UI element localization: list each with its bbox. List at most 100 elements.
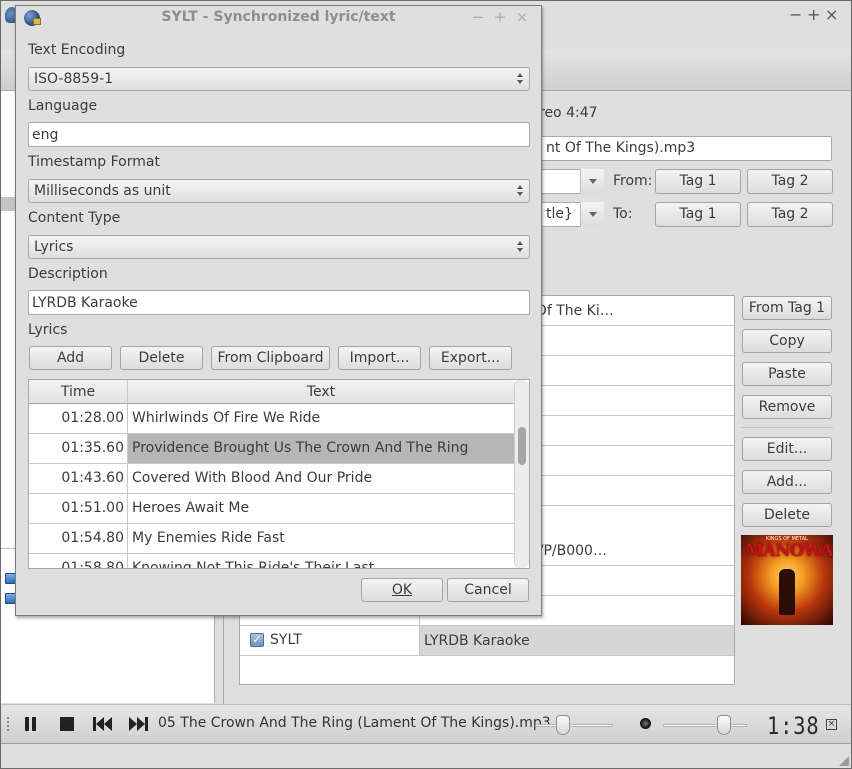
lyric-time: 01:43.60 <box>29 464 128 493</box>
up-down-arrows-icon <box>516 184 524 198</box>
description-label: Description <box>28 266 108 282</box>
album-cover-image[interactable]: KINGS OF METAL MANOWAR <box>741 535 833 625</box>
text-encoding-select[interactable]: ISO-8859-1 <box>28 67 530 91</box>
import-button[interactable]: Import... <box>338 346 421 370</box>
up-down-arrows-icon <box>516 240 524 254</box>
paste-button[interactable]: Paste <box>742 362 832 386</box>
cancel-button[interactable]: Cancel <box>447 578 529 602</box>
add-frame-button[interactable]: Add... <box>742 470 832 494</box>
frame-name: SYLT <box>270 632 302 648</box>
status-bar <box>1 745 851 769</box>
lyric-time: 01:35.60 <box>29 434 128 463</box>
close-icon[interactable]: × <box>511 8 533 26</box>
chevron-down-icon[interactable] <box>580 202 604 227</box>
language-label: Language <box>28 98 98 114</box>
lyric-time: 01:58.80 <box>29 554 128 568</box>
maximize-icon[interactable]: + <box>489 8 511 26</box>
description-input[interactable] <box>28 290 530 315</box>
from-tag1-button[interactable]: Tag 1 <box>655 169 741 194</box>
content-type-value: Lyrics <box>34 239 74 255</box>
volume-icon[interactable] <box>640 718 651 729</box>
lyric-time: 01:51.00 <box>29 494 128 523</box>
table-row[interactable]: 01:58.80 Knowing Not This Ride's Their La… <box>29 554 514 569</box>
player-grip[interactable] <box>7 717 10 731</box>
resize-grip-icon[interactable] <box>839 756 849 766</box>
cover-band-name: MANOWAR <box>745 541 833 561</box>
previous-track-icon[interactable] <box>93 717 113 731</box>
timestamp-format-label: Timestamp Format <box>28 154 160 170</box>
table-row[interactable]: 01:28.00 Whirlwinds Of Fire We Ride <box>29 404 514 434</box>
main-window-controls: −+× <box>789 5 843 24</box>
from-tag1-frames-button[interactable]: From Tag 1 <box>742 296 832 320</box>
export-button[interactable]: Export... <box>429 346 512 370</box>
player-bar: 05 The Crown And The Ring (Lament Of The… <box>1 704 851 744</box>
separator <box>741 427 833 428</box>
to-label: To: <box>613 206 633 222</box>
frame-value: LYRDB Karaoke <box>420 626 734 655</box>
close-icon[interactable]: × <box>825 5 843 24</box>
ok-button[interactable]: OK <box>361 578 443 602</box>
lyric-text: My Enemies Ride Fast <box>132 530 285 546</box>
column-header-text[interactable]: Text <box>128 380 514 404</box>
dialog-title: SYLT - Synchronized lyric/text <box>161 9 396 25</box>
track-title: 05 The Crown And The Ring (Lament Of The… <box>158 715 551 731</box>
table-row[interactable]: 01:51.00 Heroes Await Me <box>29 494 514 524</box>
ok-label: OK <box>391 582 413 598</box>
scrollbar-thumb[interactable] <box>518 427 526 465</box>
edit-button[interactable]: Edit... <box>742 437 832 461</box>
seek-slider-handle[interactable] <box>556 715 571 735</box>
maximize-icon[interactable]: + <box>807 5 825 24</box>
lyric-text: Knowing Not This Ride's Their Last <box>132 560 375 569</box>
chevron-down-icon[interactable] <box>580 169 604 194</box>
lyrics-scrollbar[interactable] <box>514 380 529 568</box>
cover-figure <box>779 569 795 615</box>
lyric-time: 01:28.00 <box>29 404 128 433</box>
lyrics-table-header: Time Text <box>29 380 514 404</box>
delete-lyric-button[interactable]: Delete <box>120 346 203 370</box>
pause-icon[interactable] <box>25 717 37 731</box>
column-header-time[interactable]: Time <box>29 380 128 403</box>
table-row-sylt[interactable]: ✓ SYLT LYRDB Karaoke <box>240 626 734 656</box>
checkbox-checked-icon[interactable]: ✓ <box>250 633 264 647</box>
from-label: From: <box>613 173 653 189</box>
table-row[interactable]: 01:54.80 My Enemies Ride Fast <box>29 524 514 554</box>
remove-button[interactable]: Remove <box>742 395 832 419</box>
table-row[interactable]: 01:43.60 Covered With Blood And Our Pride <box>29 464 514 494</box>
dialog-window-controls: − + × <box>467 8 533 26</box>
volume-slider-handle[interactable] <box>717 715 732 735</box>
minimize-icon[interactable]: − <box>789 5 807 24</box>
delete-frame-button[interactable]: Delete <box>742 503 832 527</box>
cancel-label: Cancel <box>464 582 512 598</box>
lyrics-label: Lyrics <box>28 322 68 338</box>
text-encoding-value: ISO-8859-1 <box>34 71 114 87</box>
lyric-text: Heroes Await Me <box>132 500 250 516</box>
filename-field[interactable]: nt Of The Kings).mp3 <box>539 136 832 161</box>
lyric-text: Covered With Blood And Our Pride <box>132 470 373 486</box>
copy-button[interactable]: Copy <box>742 329 832 353</box>
to-tag2-button[interactable]: Tag 2 <box>747 202 833 227</box>
timestamp-format-select[interactable]: Milliseconds as unit <box>28 179 530 203</box>
to-tag1-button[interactable]: Tag 1 <box>655 202 741 227</box>
minimize-icon[interactable]: − <box>467 8 489 26</box>
text-encoding-label: Text Encoding <box>28 42 126 58</box>
sylt-dialog: SYLT - Synchronized lyric/text − + × Text … <box>15 5 542 616</box>
lyric-time: 01:54.80 <box>29 524 128 553</box>
add-lyric-button[interactable]: Add <box>29 346 112 370</box>
elapsed-time-display: 1:38 <box>767 712 820 740</box>
volume-slider-track[interactable] <box>663 724 747 727</box>
from-clipboard-button[interactable]: From Clipboard <box>211 346 330 370</box>
stop-icon[interactable] <box>60 717 74 731</box>
next-track-icon[interactable] <box>129 717 149 731</box>
lyric-text: Whirlwinds Of Fire We Ride <box>132 410 321 426</box>
from-tag2-button[interactable]: Tag 2 <box>747 169 833 194</box>
content-type-label: Content Type <box>28 210 121 226</box>
seek-slider-track[interactable] <box>535 724 613 727</box>
close-player-icon[interactable]: × <box>826 719 837 730</box>
lyrics-table: Time Text 01:28.00 Whirlwinds Of Fire We … <box>28 379 530 569</box>
up-down-arrows-icon <box>516 72 524 86</box>
content-type-select[interactable]: Lyrics <box>28 235 530 259</box>
table-row-selected[interactable]: 01:35.60 Providence Brought Us The Crown … <box>29 434 514 464</box>
language-input[interactable] <box>28 122 530 147</box>
lyric-text: Providence Brought Us The Crown And The … <box>128 434 514 463</box>
timestamp-format-value: Milliseconds as unit <box>34 183 171 199</box>
